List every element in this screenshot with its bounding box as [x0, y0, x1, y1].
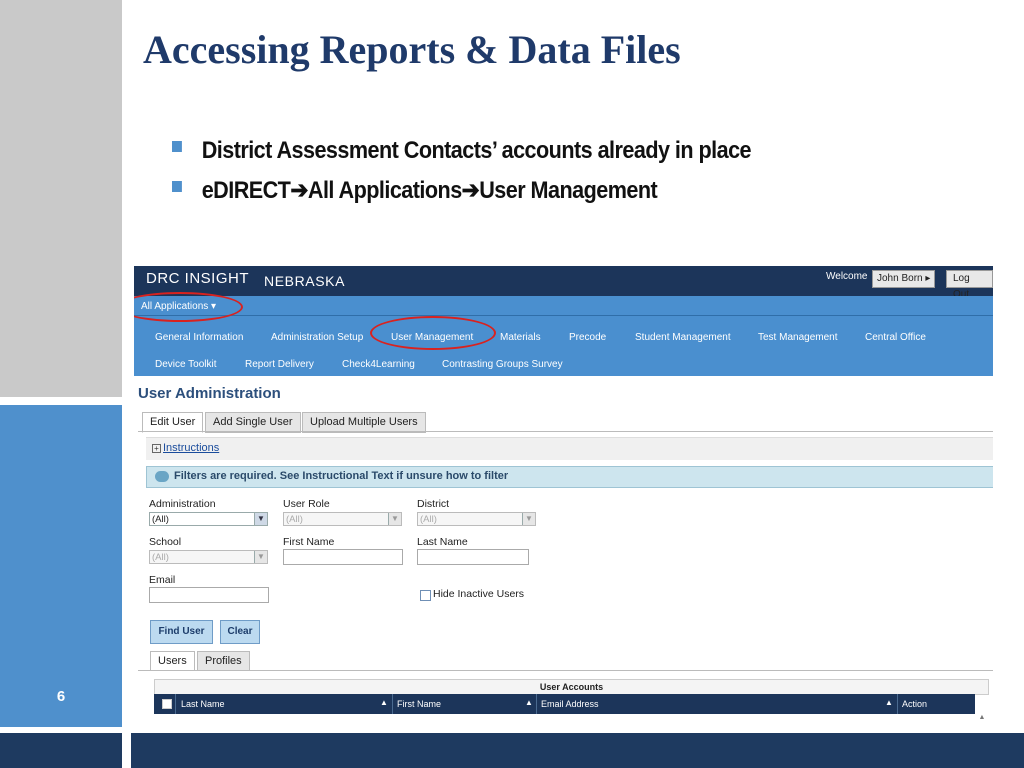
email-label: Email: [149, 574, 176, 586]
nav-test-management[interactable]: Test Management: [758, 332, 838, 343]
last-name-field[interactable]: [417, 549, 529, 565]
column-first-name[interactable]: First Name: [397, 699, 441, 709]
sort-up-icon[interactable]: ▲: [380, 698, 388, 707]
instructions-panel: + Instructions: [146, 437, 993, 460]
user-role-label: User Role: [283, 498, 330, 510]
administration-value: (All): [152, 514, 169, 525]
sort-up-icon[interactable]: ▲: [525, 698, 533, 707]
result-tab-line: [138, 670, 993, 671]
speech-bubble-icon: [155, 471, 169, 482]
tab-edit-user[interactable]: Edit User: [142, 412, 204, 433]
footer-bar-right: [131, 733, 1024, 768]
tab-profiles[interactable]: Profiles: [197, 651, 250, 671]
user-role-value: (All): [286, 514, 303, 525]
find-user-button[interactable]: Find User: [150, 620, 213, 644]
first-name-label: First Name: [283, 536, 335, 548]
column-divider: [392, 694, 393, 714]
chevron-down-icon: ▼: [254, 513, 267, 525]
district-label: District: [417, 498, 450, 510]
nav-administration-setup[interactable]: Administration Setup: [271, 332, 363, 343]
bullet-text: eDIRECT➔All Applications➔User Management: [201, 177, 658, 204]
column-email-address[interactable]: Email Address: [541, 699, 599, 709]
welcome-label: Welcome: [826, 271, 868, 282]
email-field[interactable]: [149, 587, 269, 603]
school-label: School: [149, 536, 182, 548]
nav-contrasting-groups-survey[interactable]: Contrasting Groups Survey: [442, 359, 563, 370]
tab-bar-line: [138, 431, 993, 432]
column-action: Action: [902, 699, 928, 709]
tab-upload-multiple-users[interactable]: Upload Multiple Users: [302, 412, 426, 433]
user-accounts-header: Last Name ▲ First Name ▲ Email Address ▲…: [154, 694, 975, 714]
nav-report-delivery[interactable]: Report Delivery: [245, 359, 314, 370]
bullet-square-icon: [172, 181, 182, 193]
column-last-name[interactable]: Last Name: [181, 699, 225, 709]
page-number: 6: [56, 688, 66, 705]
clear-button[interactable]: Clear: [220, 620, 260, 644]
user-administration-title: User Administration: [138, 385, 281, 402]
logout-button[interactable]: Log Out: [946, 270, 993, 300]
chevron-down-icon: ▼: [254, 551, 267, 563]
column-divider: [897, 694, 898, 714]
filters-notice-text: Filters are required. See Instructional …: [174, 470, 509, 482]
nav-materials[interactable]: Materials: [500, 332, 541, 343]
last-name-label: Last Name: [417, 536, 468, 548]
slide-title: Accessing Reports & Data Files: [143, 27, 681, 72]
filters-notice: Filters are required. See Instructional …: [146, 466, 993, 488]
user-menu-button[interactable]: John Born ▸: [872, 270, 936, 288]
left-gray-panel: [0, 0, 122, 397]
administration-label: Administration: [149, 498, 216, 510]
nav-precode[interactable]: Precode: [569, 332, 606, 343]
user-role-select[interactable]: (All) ▼: [283, 512, 402, 526]
nav-central-office[interactable]: Central Office: [865, 332, 926, 343]
bullet-square-icon: [172, 141, 182, 153]
tab-add-single-user[interactable]: Add Single User: [205, 412, 301, 433]
left-blue-panel: [0, 405, 122, 727]
school-value: (All): [152, 552, 169, 563]
column-divider: [175, 694, 176, 714]
nav-device-toolkit[interactable]: Device Toolkit: [155, 359, 217, 370]
app-header: DRC INSIGHT NEBRASKA Welcome John Born ▸…: [134, 266, 993, 300]
drc-insight-logo: DRC INSIGHT: [146, 270, 249, 287]
select-all-checkbox[interactable]: [162, 699, 172, 709]
highlight-oval-user-management: [370, 316, 496, 350]
instructions-link[interactable]: Instructions: [163, 442, 219, 454]
chevron-down-icon: ▼: [388, 513, 401, 525]
nav-student-management[interactable]: Student Management: [635, 332, 731, 343]
school-select[interactable]: (All) ▼: [149, 550, 268, 564]
nav-divider: [134, 315, 993, 316]
footer-bar-left: [0, 733, 122, 768]
district-select[interactable]: (All) ▼: [417, 512, 536, 526]
bullet-text: District Assessment Contacts’ accounts a…: [201, 137, 752, 164]
tab-users[interactable]: Users: [150, 651, 195, 671]
app-screenshot: DRC INSIGHT NEBRASKA Welcome John Born ▸…: [134, 266, 993, 732]
nav-check4learning[interactable]: Check4Learning: [342, 359, 415, 370]
chevron-down-icon: ▼: [522, 513, 535, 525]
scroll-up-icon[interactable]: ▲: [977, 714, 987, 724]
app-nav: All Applications ▾ General Information A…: [134, 296, 993, 376]
hide-inactive-label: Hide Inactive Users: [433, 588, 525, 600]
footer-gap: [122, 733, 131, 768]
district-value: (All): [420, 514, 437, 525]
hide-inactive-checkbox[interactable]: [420, 590, 431, 601]
administration-select[interactable]: (All) ▼: [149, 512, 268, 526]
bullet-item: District Assessment Contacts’ accounts a…: [172, 137, 752, 165]
column-divider: [536, 694, 537, 714]
first-name-field[interactable]: [283, 549, 403, 565]
bullet-item: eDIRECT➔All Applications➔User Management: [172, 176, 658, 205]
user-accounts-title: User Accounts: [154, 679, 989, 695]
nav-general-information[interactable]: General Information: [155, 332, 243, 343]
sort-up-icon[interactable]: ▲: [885, 698, 893, 707]
expand-icon[interactable]: +: [152, 444, 161, 453]
state-name: NEBRASKA: [264, 273, 346, 289]
